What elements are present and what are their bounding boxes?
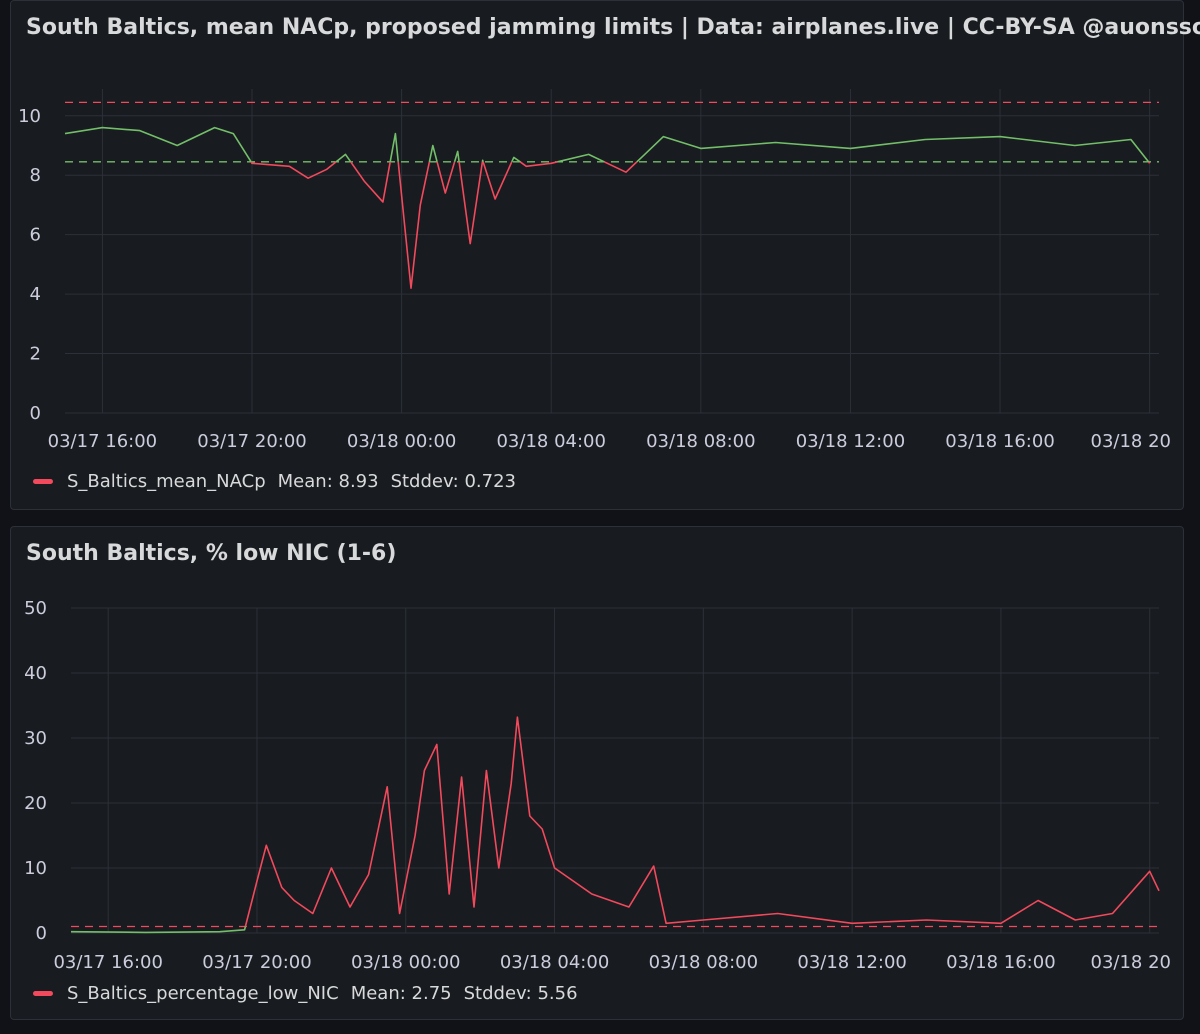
x-tick-label: 03/18 20: [1091, 952, 1172, 973]
legend-swatch: [33, 479, 53, 484]
series-line-segment: [1147, 161, 1151, 164]
series-line-segment: [458, 161, 484, 245]
nacp-chart: 0 2 4 6 8 10 03/17 16:00 03/17 20:00 03/18 00:00…: [18, 89, 1172, 452]
series-line-segment: [250, 161, 337, 179]
legend-mean: Mean: 2.75: [350, 983, 452, 1004]
legend[interactable]: S_Baltics_mean_NACp Mean: 8.93 Stddev: 0…: [33, 471, 516, 492]
x-tick-label: 03/17 20:00: [197, 431, 306, 452]
nacp-panel: South Baltics, mean NACp, proposed jammi…: [10, 0, 1200, 510]
x-tick-label: 03/18 16:00: [945, 431, 1054, 452]
legend-mean: Mean: 8.93: [277, 471, 379, 492]
x-tick-label: 03/18 16:00: [946, 952, 1055, 973]
y-tick-label: 50: [24, 598, 47, 619]
x-tick-label: 03/17 16:00: [53, 952, 162, 973]
y-tick-label: 6: [30, 225, 41, 246]
x-tick-label: 03/18 00:00: [347, 431, 456, 452]
y-tick-label: 40: [24, 663, 47, 684]
series-line-segment: [397, 161, 431, 289]
legend[interactable]: S_Baltics_percentage_low_NIC Mean: 2.75 …: [33, 983, 578, 1004]
x-tick-label: 03/18 12:00: [797, 952, 906, 973]
series-line-segment: [453, 150, 460, 163]
series-line-segment: [428, 144, 438, 163]
x-tick-label: 03/18 04:00: [496, 431, 605, 452]
series-line-segment: [389, 132, 399, 162]
x-tick-label: 03/18 08:00: [646, 431, 755, 452]
series-line-segment: [603, 161, 638, 173]
series-line-segment: [519, 161, 558, 168]
y-tick-label: 30: [24, 728, 47, 749]
y-tick-label: 8: [30, 165, 41, 186]
x-tick-label: 03/17 16:00: [48, 431, 157, 452]
series-line-segment: [557, 153, 605, 163]
y-tick-label: 2: [30, 344, 41, 365]
x-tick-label: 03/17 20:00: [202, 952, 311, 973]
y-tick-label: 0: [30, 403, 41, 424]
low-nic-panel: South Baltics, % low NIC (1-6) 0 10 20 30 40…: [10, 526, 1184, 1020]
series-line-segment: [244, 716, 1160, 927]
x-tick-label: 03/18 20: [1091, 431, 1172, 452]
x-tick-label: 03/18 08:00: [649, 952, 758, 973]
series-line-segment: [350, 161, 391, 203]
series-line-segment: [636, 135, 1150, 163]
x-tick-label: 03/18 04:00: [500, 952, 609, 973]
x-tick-label: 03/18 00:00: [351, 952, 460, 973]
series-line-segment: [64, 126, 252, 163]
series-line-segment: [335, 153, 352, 163]
y-tick-label: 10: [24, 858, 47, 879]
legend-series-name: S_Baltics_percentage_low_NIC: [67, 983, 339, 1004]
y-tick-label: 10: [18, 106, 41, 127]
series-line-segment: [481, 159, 484, 163]
x-tick-label: 03/18 12:00: [796, 431, 905, 452]
legend-swatch: [33, 991, 53, 996]
series-line-segment: [482, 161, 513, 200]
y-tick-label: 20: [24, 793, 47, 814]
low-nic-chart: 0 10 20 30 40 50 03/17 16:00 03/17 20:00 03/18 0…: [24, 598, 1172, 973]
series-line-segment: [511, 156, 521, 163]
legend-stddev: Stddev: 0.723: [390, 471, 516, 492]
y-tick-label: 0: [36, 923, 47, 944]
series-line-segment: [70, 926, 247, 934]
legend-stddev: Stddev: 5.56: [463, 983, 578, 1004]
legend-series-name: S_Baltics_mean_NACp: [67, 471, 266, 492]
y-tick-label: 4: [30, 284, 41, 305]
series-line-segment: [436, 161, 456, 194]
